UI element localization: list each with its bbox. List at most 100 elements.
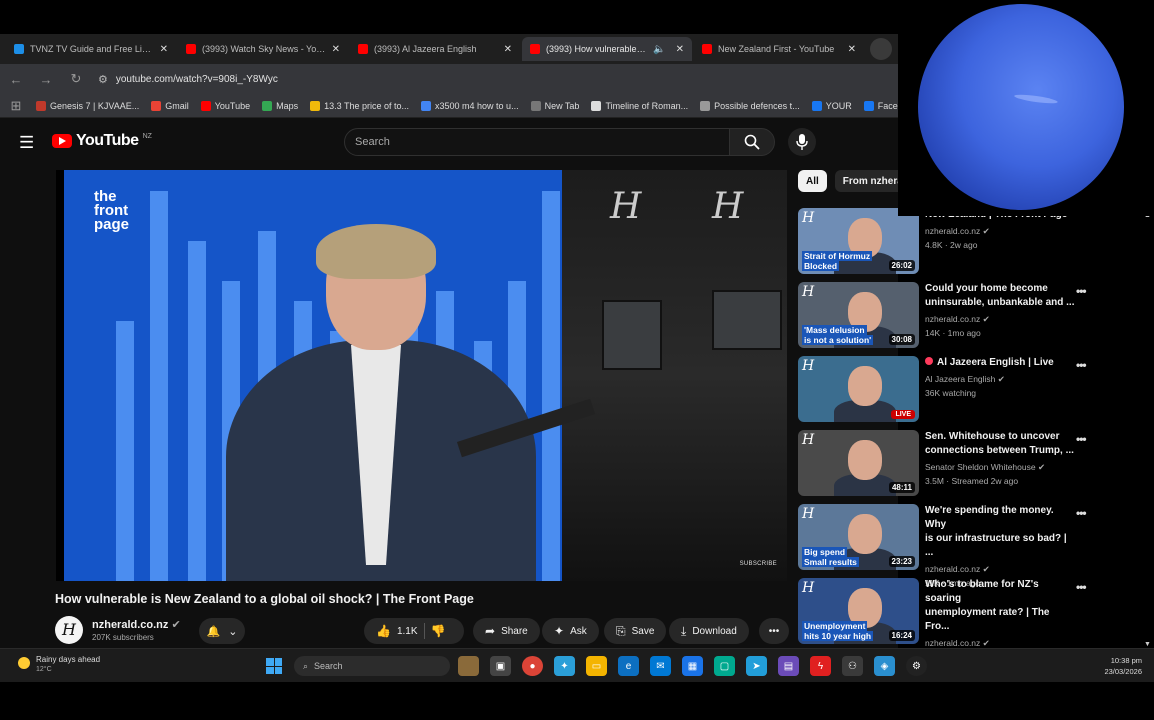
video-player[interactable]: the front page H H SUBSCRIBE	[56, 170, 787, 581]
like-count[interactable]: 1.1K	[397, 626, 418, 637]
share-button[interactable]: ➦ Share	[473, 618, 540, 644]
telegram-icon[interactable]: ➤	[746, 656, 767, 676]
new-tab-button[interactable]	[870, 38, 892, 60]
copilot-icon[interactable]: ✦	[554, 656, 575, 676]
recommendation-item[interactable]: H Big spend Small results 23:23 We're spendi…	[798, 504, 1098, 588]
tab-1[interactable]: (3993) Watch Sky News - YouT ✕	[178, 37, 348, 61]
bookmark-item[interactable]: New Tab	[530, 100, 579, 111]
bookmark-item[interactable]: YOUR	[811, 100, 852, 111]
bookmark-item[interactable]: Possible defences t...	[700, 100, 800, 111]
apps-grid-icon[interactable]: ⊞	[8, 98, 24, 114]
recommendation-item[interactable]: H 'Mass delusion is not a solution' 30:08 Co…	[798, 282, 1098, 348]
recommendation-item[interactable]: H LIVE Al Jazeera English | Live Al Jazeera…	[798, 356, 1098, 422]
close-tab-icon[interactable]: ✕	[848, 44, 856, 55]
recommendation-item[interactable]: HStrait of HormuzBlocked26:02New Zealand…	[798, 208, 1098, 274]
speaker-icon[interactable]: 🔈	[653, 44, 665, 55]
task-view-icon[interactable]: ▣	[490, 656, 511, 676]
herald-logo-icon: H	[712, 186, 744, 227]
more-vertical-icon[interactable]: •••	[1076, 580, 1087, 594]
file-explorer-icon[interactable]: ▭	[586, 656, 607, 676]
bookmark-item[interactable]: Gmail	[151, 100, 189, 111]
chip-all[interactable]: All	[798, 170, 827, 192]
more-actions-button[interactable]: •••	[759, 618, 789, 644]
widget-image-icon[interactable]	[458, 656, 479, 676]
taskbar-search[interactable]: ⌕ Search	[294, 656, 450, 676]
video-thumbnail[interactable]: H Big spend Small results 23:23	[798, 504, 919, 570]
clock[interactable]: 10:38 pm 23/03/2026	[1090, 655, 1142, 677]
bookmark-item[interactable]: YouTube	[200, 100, 250, 111]
ask-button[interactable]: ✦ Ask	[542, 618, 599, 644]
video-thumbnail[interactable]: H 'Mass delusion is not a solution' 30:08	[798, 282, 919, 348]
bookmark-item[interactable]: x3500 m4 how to u...	[421, 100, 519, 111]
subscribe-watermark: SUBSCRIBE	[739, 561, 777, 567]
video-thumbnail[interactable]: H Unemployment hits 10 year high 16:24	[798, 578, 919, 644]
chrome-icon[interactable]: ●	[522, 656, 543, 676]
recommendation-item[interactable]: H Unemployment hits 10 year high 16:24 Who's…	[798, 578, 1098, 662]
search-input[interactable]: Search	[344, 128, 730, 156]
save-button[interactable]: ⎘ Save	[604, 618, 667, 644]
recommendation-channel[interactable]: nzherald.co.nz ✔	[925, 226, 1075, 237]
recommendation-title[interactable]: Could your home become uninsurable, unban…	[925, 282, 1075, 310]
back-arrow-icon[interactable]: ←	[8, 72, 24, 87]
thumbs-up-icon[interactable]: 👍	[376, 624, 391, 638]
tab-0[interactable]: TVNZ TV Guide and Free Live T ✕	[6, 37, 176, 61]
tab-3-active[interactable]: (3993) How vulnerable is N 🔈 ✕	[522, 37, 692, 61]
scroll-down-arrow-icon[interactable]: ▼	[1144, 641, 1151, 648]
more-vertical-icon[interactable]: •••	[1076, 432, 1087, 446]
channel-name[interactable]: nzherald.co.nz ✔	[92, 618, 181, 631]
recommendation-channel[interactable]: Senator Sheldon Whitehouse ✔	[925, 462, 1075, 473]
calendar-icon[interactable]: ▦	[682, 656, 703, 676]
close-tab-icon[interactable]: ✕	[504, 44, 512, 55]
recommendation-title[interactable]: Al Jazeera English | Live	[925, 356, 1075, 370]
url-field[interactable]: ⚙ youtube.com/watch?v=908i_-Y8Wyc	[98, 73, 278, 86]
gmail-icon	[151, 100, 162, 111]
tab-2[interactable]: (3993) Al Jazeera English ✕	[350, 37, 520, 61]
recommendation-title[interactable]: We're spending the money. Why is our infr…	[925, 504, 1075, 560]
thumbs-down-icon[interactable]: 👎	[431, 624, 446, 638]
settings-icon[interactable]: ⚙	[906, 656, 927, 676]
outlook-icon[interactable]: ✉	[650, 656, 671, 676]
messenger-icon[interactable]: ▢	[714, 656, 735, 676]
channel-avatar[interactable]: H	[55, 616, 83, 644]
video-thumbnail[interactable]: H 48:11	[798, 430, 919, 496]
menu-icon[interactable]: ☰	[19, 133, 34, 153]
recommendation-title[interactable]: Who's to blame for NZ's soaring unemploym…	[925, 578, 1075, 634]
bookmark-item[interactable]: Face	[863, 100, 898, 111]
bookmark-item[interactable]: Maps	[262, 100, 298, 111]
voice-search-button[interactable]	[788, 128, 816, 156]
recommendation-channel[interactable]: nzherald.co.nz ✔	[925, 564, 1075, 575]
more-vertical-icon[interactable]: •••	[1076, 358, 1087, 372]
more-vertical-icon[interactable]: •••	[1076, 284, 1087, 298]
bookmark-item[interactable]: 13.3 The price of to...	[310, 100, 409, 111]
more-vertical-icon[interactable]: •••	[1076, 506, 1087, 520]
gamepad-icon[interactable]: ⚇	[842, 656, 863, 676]
video-thumbnail[interactable]: H LIVE	[798, 356, 919, 422]
recommendation-channel[interactable]: Al Jazeera English ✔	[925, 374, 1075, 385]
recommendation-title[interactable]: Sen. Whitehouse to uncover connections be…	[925, 430, 1075, 458]
windows-start-icon[interactable]	[266, 658, 282, 674]
close-tab-icon[interactable]: ✕	[160, 44, 168, 55]
search-icon	[744, 134, 760, 150]
edge-icon[interactable]: e	[618, 656, 639, 676]
tab-4[interactable]: New Zealand First - YouTube ✕	[694, 37, 864, 61]
notification-button[interactable]: 🔔 ⌄	[199, 618, 245, 644]
reload-icon[interactable]: ↻	[68, 71, 84, 87]
video-owner-row: H nzherald.co.nz ✔ 207K subscribers 🔔 ⌄ 👍…	[55, 616, 790, 646]
app-icon[interactable]: ▤	[778, 656, 799, 676]
flash-icon[interactable]: ϟ	[810, 656, 831, 676]
recommendation-channel[interactable]: nzherald.co.nz ✔	[925, 314, 1075, 325]
forward-arrow-icon[interactable]: →	[38, 72, 54, 87]
bookmark-item[interactable]: Timeline of Roman...	[591, 100, 688, 111]
close-tab-icon[interactable]: ✕	[332, 44, 340, 55]
video-thumbnail[interactable]: H Strait of Hormuz Blocked 26:02	[798, 208, 919, 274]
bell-icon: 🔔	[206, 625, 221, 638]
site-settings-icon[interactable]: ⚙	[98, 73, 108, 86]
recommendation-item[interactable]: H 48:11 Sen. Whitehouse to uncover connecti…	[798, 430, 1098, 496]
youtube-logo[interactable]: YouTube NZ	[52, 132, 152, 150]
download-button[interactable]: ⤓ Download	[669, 618, 749, 644]
search-button[interactable]	[729, 128, 775, 156]
network-icon[interactable]: ◈	[874, 656, 895, 676]
close-tab-icon[interactable]: ✕	[676, 44, 684, 55]
sidebar-scrollbar[interactable]: ▲ ▼	[1144, 212, 1152, 648]
bookmark-item[interactable]: Genesis 7 | KJVAAE...	[36, 100, 139, 111]
